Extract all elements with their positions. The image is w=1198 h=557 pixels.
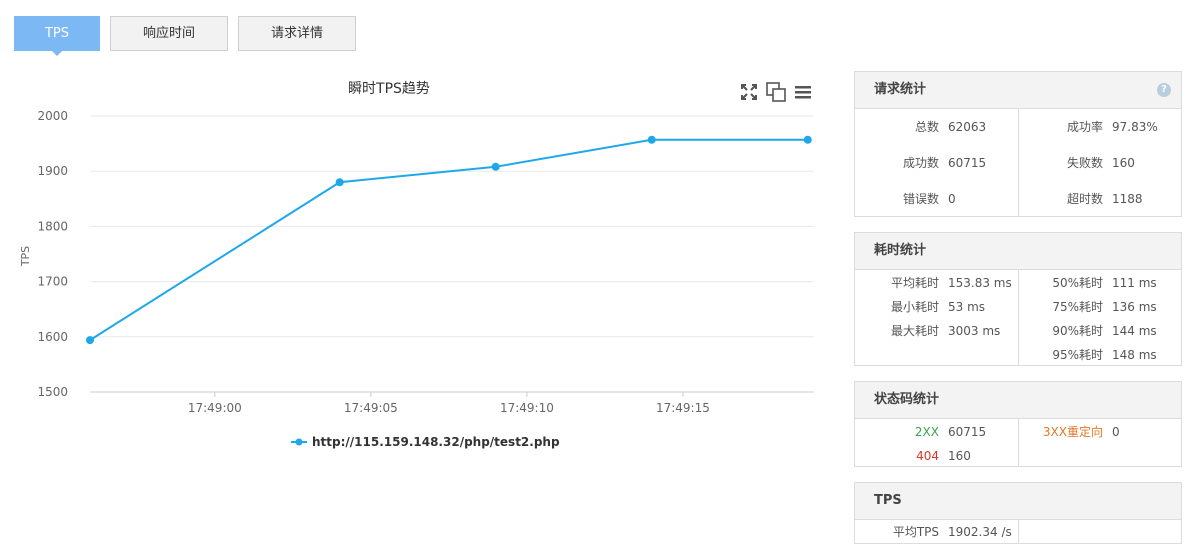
stat-row: 90%耗时 144 ms xyxy=(1019,319,1182,343)
status-code-header: 状态码统计 xyxy=(855,382,1181,419)
stat-value: 60715 xyxy=(948,156,987,170)
y-tick-label: 1700 xyxy=(37,275,68,289)
stat-row: 平均TPS 1902.34 /s xyxy=(855,520,1018,544)
stat-label: 最大耗时 xyxy=(890,324,939,338)
stat-label: 失败数 xyxy=(1066,156,1103,170)
stat-value: 0 xyxy=(948,192,956,206)
stat-value: 144 ms xyxy=(1112,324,1157,338)
data-point xyxy=(335,178,344,187)
tps-chart-svg: 瞬时TPS趋势 TPS 1500 1600 1700 1800 1900 2000 17:… xyxy=(19,81,814,449)
stat-row: 总数 62063 xyxy=(855,115,1018,139)
menu-icon[interactable] xyxy=(793,82,813,102)
stat-value: 1188 xyxy=(1112,192,1143,206)
stat-row: 3XX重定向 0 xyxy=(1019,420,1182,444)
time-stats-header: 耗时统计 xyxy=(855,233,1181,270)
x-tick-label: 17:49:10 xyxy=(500,401,554,415)
stat-row: 超时数 1188 xyxy=(1019,187,1182,211)
stat-label: 超时数 xyxy=(1066,192,1103,206)
stat-value: 0 xyxy=(1112,425,1120,439)
tab-response-time[interactable]: 响应时间 xyxy=(110,16,228,51)
stat-label: 成功率 xyxy=(1066,120,1103,134)
status-404-label: 404 xyxy=(916,449,939,463)
stat-value: 60715 xyxy=(948,425,987,439)
series-line xyxy=(89,138,808,341)
stat-row: 95%耗时 148 ms xyxy=(1019,343,1182,367)
stat-value: 97.83% xyxy=(1112,120,1158,134)
y-tick-label: 1600 xyxy=(37,330,68,344)
tps-chart: 瞬时TPS趋势 TPS 1500 1600 1700 1800 1900 2000 17:… xyxy=(14,70,834,470)
request-stats-header: 请求统计 ? xyxy=(855,72,1181,109)
data-point xyxy=(803,135,812,144)
stat-label: 95%耗时 xyxy=(1052,348,1103,362)
stat-label: 成功数 xyxy=(902,156,939,170)
time-stats-panel: 耗时统计 平均耗时 153.83 ms 最小耗时 53 ms 最大耗时 3003… xyxy=(854,232,1182,366)
stat-value: 160 xyxy=(948,449,971,463)
legend-label: http://115.159.148.32/php/test2.php xyxy=(312,435,560,449)
stat-label: 90%耗时 xyxy=(1052,324,1103,338)
status-2xx-label: 2XX xyxy=(914,425,939,439)
stat-label: 总数 xyxy=(914,120,939,134)
data-point xyxy=(491,162,500,171)
y-tick-label: 1500 xyxy=(37,385,68,399)
tab-tps[interactable]: TPS xyxy=(14,16,100,56)
request-stats-title: 请求统计 xyxy=(874,82,927,97)
tps-title: TPS xyxy=(874,493,902,508)
stat-value: 1902.34 /s xyxy=(948,525,1012,539)
stat-label: 50%耗时 xyxy=(1052,276,1103,290)
stat-value: 3003 ms xyxy=(948,324,1001,338)
stat-row: 2XX 60715 xyxy=(855,420,1018,444)
stat-label: 平均TPS xyxy=(892,525,939,539)
y-tick-label: 1800 xyxy=(37,219,68,233)
stat-value: 136 ms xyxy=(1112,300,1157,314)
status-code-title: 状态码统计 xyxy=(874,392,940,407)
stat-value: 53 ms xyxy=(948,300,986,314)
status-3xx-label: 3XX重定向 xyxy=(1042,425,1103,439)
stat-row: 404 160 xyxy=(855,444,1018,468)
chart-legend[interactable]: http://115.159.148.32/php/test2.php xyxy=(291,435,560,449)
x-tick-label: 17:49:05 xyxy=(344,401,398,415)
stat-value: 160 xyxy=(1112,156,1135,170)
chart-title: 瞬时TPS趋势 xyxy=(348,81,430,97)
x-tick-label: 17:49:00 xyxy=(188,401,242,415)
stat-label: 错误数 xyxy=(902,192,939,206)
y-tick-label: 1900 xyxy=(37,164,68,178)
fullscreen-icon[interactable] xyxy=(739,82,759,102)
tps-header: TPS xyxy=(855,483,1181,520)
tps-panel: TPS 平均TPS 1902.34 /s xyxy=(854,482,1182,544)
y-axis-label: TPS xyxy=(19,246,32,267)
request-stats-panel: 请求统计 ? 总数 62063 成功数 60715 错误数 0 成功率 97.8… xyxy=(854,71,1182,217)
stat-row: 成功数 60715 xyxy=(855,151,1018,175)
status-code-panel: 状态码统计 2XX 60715 404 160 3XX重定向 0 xyxy=(854,381,1182,467)
data-point xyxy=(86,336,94,345)
stat-row: 失败数 160 xyxy=(1019,151,1182,175)
x-tick-label: 17:49:15 xyxy=(656,401,710,415)
copy-icon[interactable] xyxy=(766,82,786,102)
data-point xyxy=(647,135,656,144)
stat-value: 62063 xyxy=(948,120,987,134)
stat-row: 成功率 97.83% xyxy=(1019,115,1182,139)
help-icon[interactable]: ? xyxy=(1157,83,1171,97)
stat-row: 错误数 0 xyxy=(855,187,1018,211)
legend-marker xyxy=(295,438,303,446)
y-tick-label: 2000 xyxy=(37,109,68,123)
stat-row: 最小耗时 53 ms xyxy=(855,295,1018,319)
stat-value: 148 ms xyxy=(1112,348,1157,362)
time-stats-title: 耗时统计 xyxy=(874,243,927,258)
stat-label: 75%耗时 xyxy=(1052,300,1103,314)
stat-row: 75%耗时 136 ms xyxy=(1019,295,1182,319)
stat-label: 最小耗时 xyxy=(890,300,939,314)
tab-request-details[interactable]: 请求详情 xyxy=(238,16,356,51)
stat-row: 平均耗时 153.83 ms xyxy=(855,271,1018,295)
stat-label: 平均耗时 xyxy=(890,276,939,290)
stat-value: 153.83 ms xyxy=(948,276,1012,290)
stat-value: 111 ms xyxy=(1112,276,1157,290)
stat-row: 50%耗时 111 ms xyxy=(1019,271,1182,295)
stat-row: 最大耗时 3003 ms xyxy=(855,319,1018,343)
